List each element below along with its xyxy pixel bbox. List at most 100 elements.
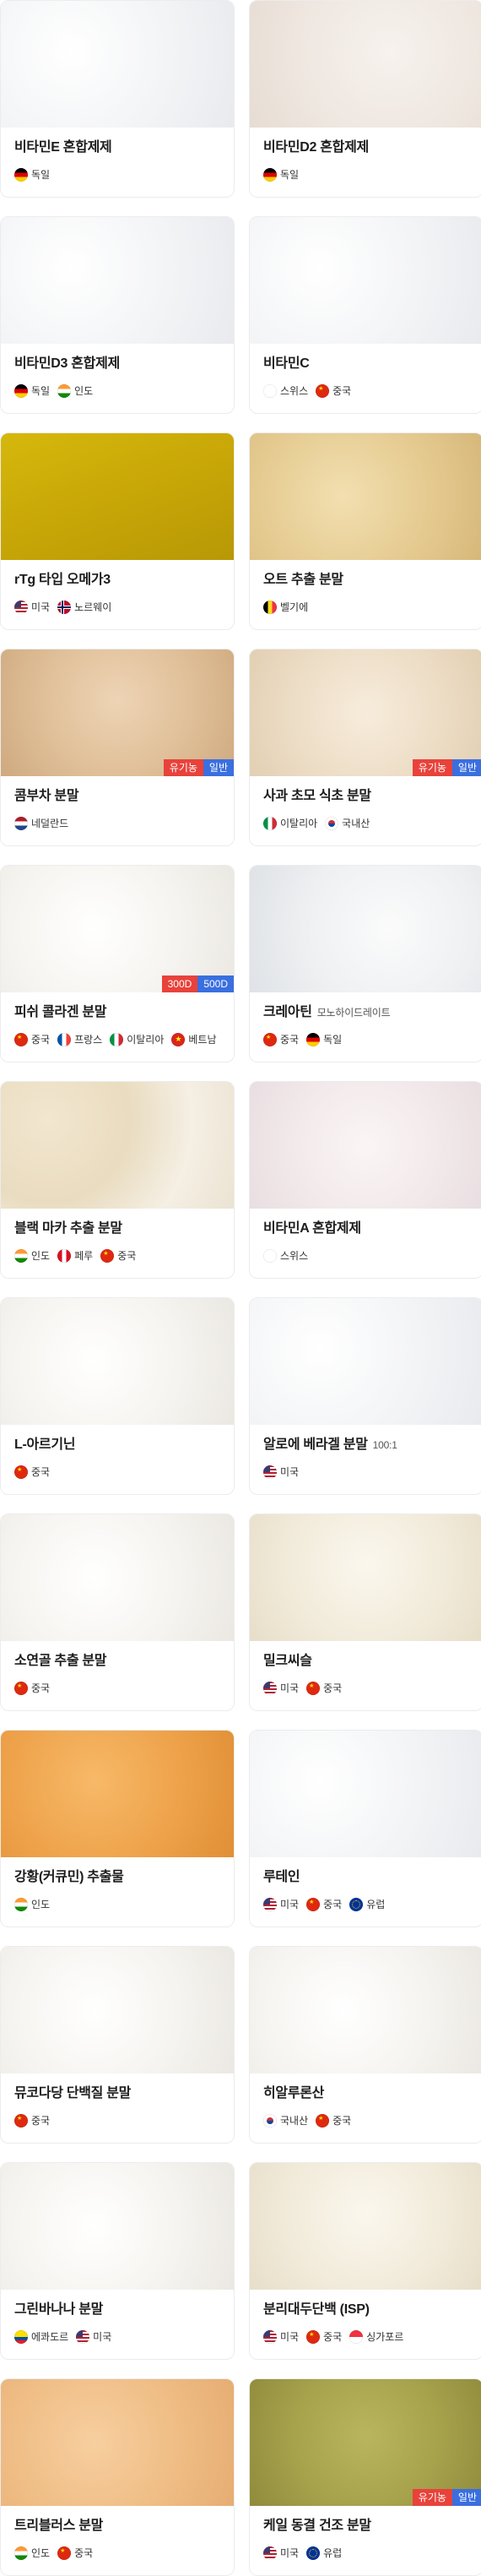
product-info: 비타민E 혼합제제 독일 [1,128,234,182]
product-card[interactable]: 유기농 일반 사과 초모 식초 분말 이탈리아 국내산 [249,649,481,846]
origin-label: 에콰도르 [31,2331,69,2343]
flag-it-icon [110,1032,124,1046]
product-card[interactable]: 소연골 추출 분말 ★ 중국 [0,1514,235,1711]
product-name: 분리대두단백 (ISP) [263,2302,471,2318]
badge-organic: 유기농 [163,759,203,776]
origin-list: 미국 ★ 중국 유럽 [263,1897,471,1911]
origin-item: ★ 중국 [14,1681,50,1695]
product-name: 강황(커큐민) 추출물 [14,1869,222,1886]
product-info: 소연골 추출 분말 ★ 중국 [1,1641,234,1695]
product-card[interactable]: 루테인 미국 ★ 중국 유럽 [249,1730,481,1927]
origin-item: 국내산 [325,816,370,830]
origin-label: 중국 [332,385,352,397]
origin-label: 싱가포르 [366,2331,404,2343]
product-name-text: rTg 타입 오메가3 [14,573,111,587]
flag-de-icon [263,167,277,182]
product-info: 트리블러스 분말 인도 ★ 중국 [1,2506,234,2560]
product-image [1,1,234,128]
badge-general: 일반 [451,759,481,776]
product-card[interactable]: 비타민E 혼합제제 독일 [0,0,235,198]
flag-kr-icon [325,816,339,830]
product-card[interactable]: 비타민C 스위스 ★ 중국 [249,216,481,414]
product-info: 분리대두단백 (ISP) 미국 ★ 중국 싱가포르 [250,2290,481,2344]
product-image [1,433,234,560]
product-card[interactable]: 비타민A 혼합제제 스위스 [249,1081,481,1279]
flag-no-icon [57,600,72,614]
origin-item: 인도 [14,1897,50,1911]
origin-item: 국내산 [263,2113,308,2128]
product-name: 블랙 마카 추출 분말 [14,1220,222,1237]
product-subtitle: 100:1 [372,1439,397,1451]
product-card[interactable]: 트리블러스 분말 인도 ★ 중국 [0,2378,235,2576]
flag-cn-icon: ★ [14,2113,28,2128]
origin-list: 벨기에 [263,600,471,614]
product-card[interactable]: 강황(커큐민) 추출물 인도 [0,1730,235,1927]
product-name: 크레아틴 모노하이드레이트 [263,1004,471,1021]
origin-list: 스위스 [263,1248,471,1263]
product-card[interactable]: 그린바나나 분말 에콰도르 미국 [0,2162,235,2360]
flag-fr-icon [57,1032,72,1046]
origin-item: 미국 [76,2329,111,2344]
flag-it-icon [263,816,277,830]
origin-list: 네덜란드 [14,816,222,830]
origin-label: 미국 [280,1899,300,1910]
product-card[interactable]: 뮤코다당 단백질 분말 ★ 중국 [0,1946,235,2144]
product-card[interactable]: 블랙 마카 추출 분말 인도 페루 ★ 중국 [0,1081,235,1279]
origin-item: ★ 중국 [14,1032,50,1046]
product-name-text: 비타민D3 혼합제제 [14,356,120,371]
product-name: 비타민D2 혼합제제 [263,139,471,156]
origin-label: 인도 [31,1899,51,1910]
product-card[interactable]: 비타민D2 혼합제제 독일 [249,0,481,198]
origin-item: 스위스 [263,383,308,398]
flag-cn-icon: ★ [306,1681,321,1695]
origin-list: 에콰도르 미국 [14,2329,222,2344]
origin-item: ★ 중국 [57,2546,93,2560]
product-image [250,1514,481,1641]
flag-ch-icon [263,383,277,398]
product-card[interactable]: 크레아틴 모노하이드레이트 ★ 중국 독일 [249,865,481,1062]
badge-organic: 유기농 [412,2489,452,2506]
product-card[interactable]: 유기농 일반 콤부차 분말 네덜란드 [0,649,235,846]
product-card[interactable]: 알로에 베라겔 분말 100:1 미국 [249,1297,481,1495]
product-name-text: 트리블러스 분말 [14,2519,104,2533]
flag-be-icon [263,600,277,614]
origin-item: 프랑스 [57,1032,102,1046]
product-card[interactable]: rTg 타입 오메가3 미국 노르웨이 [0,432,235,630]
origin-item: 독일 [14,167,50,182]
origin-label: 미국 [93,2331,112,2343]
flag-nl-icon [14,816,28,830]
flag-cn-icon: ★ [306,1897,321,1911]
origin-item: 페루 [57,1248,93,1263]
product-card[interactable]: 밀크씨슬 미국 ★ 중국 [249,1514,481,1711]
origin-item: ★ 중국 [306,1897,342,1911]
product-card[interactable]: 유기농 일반 케일 동결 건조 분말 미국 유럽 [249,2378,481,2576]
product-name-text: 밀크씨슬 [263,1654,312,1668]
product-card[interactable]: 300D 500D 피쉬 콜라겐 분말 ★ 중국 프랑스 이탈리아 ★ 베트남 [0,865,235,1062]
origin-list: 미국 노르웨이 [14,600,222,614]
origin-label: 중국 [31,2115,51,2127]
product-image: 유기농 일반 [1,649,234,776]
product-card[interactable]: L-아르기닌 ★ 중국 [0,1297,235,1495]
origin-item: 인도 [57,383,93,398]
origin-item: 네덜란드 [14,816,68,830]
product-name: 케일 동결 건조 분말 [263,2518,471,2535]
product-image [250,1082,481,1209]
product-info: L-아르기닌 ★ 중국 [1,1425,234,1479]
product-name-text: 비타민A 혼합제제 [263,1221,361,1236]
product-card[interactable]: 오트 추출 분말 벨기에 [249,432,481,630]
product-name: 비타민E 혼합제제 [14,139,222,156]
product-name-text: 히알루론산 [263,2086,325,2100]
flag-cn-icon: ★ [263,1032,277,1046]
origin-label: 유럽 [366,1899,386,1910]
product-info: 히알루론산 국내산 ★ 중국 [250,2073,481,2128]
product-card[interactable]: 비타민D3 혼합제제 독일 인도 [0,216,235,414]
origin-label: 중국 [323,1899,343,1910]
origin-label: 스위스 [280,1250,309,1262]
product-name-text: 그린바나나 분말 [14,2302,104,2317]
flag-in-icon [14,2546,28,2560]
product-card[interactable]: 히알루론산 국내산 ★ 중국 [249,1946,481,2144]
flag-in-icon [14,1248,28,1263]
origin-list: ★ 중국 [14,2113,222,2128]
origin-list: 국내산 ★ 중국 [263,2113,471,2128]
product-card[interactable]: 분리대두단백 (ISP) 미국 ★ 중국 싱가포르 [249,2162,481,2360]
